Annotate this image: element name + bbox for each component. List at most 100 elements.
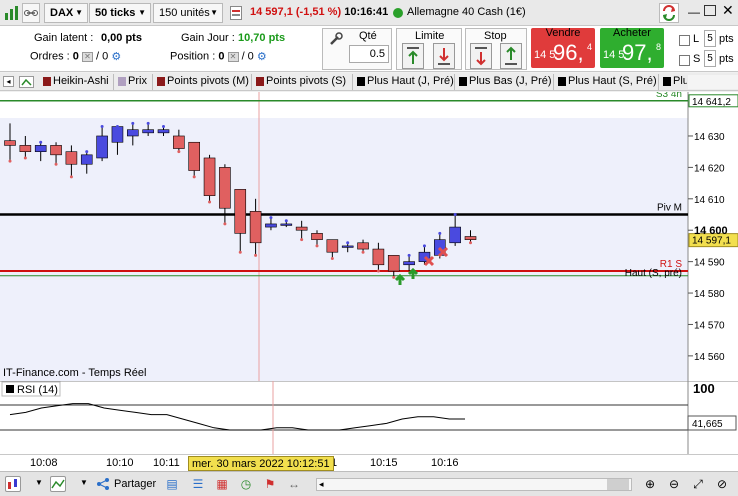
drag-icon[interactable]: ↔ [286,476,302,492]
indicator-pivots-s[interactable]: Points pivots (S) [253,74,353,90]
axis-tick-label: 14 620 [694,163,725,174]
scroll-left-icon[interactable]: ◂ [319,479,324,490]
gain-latent-value: 0,00 pts [101,32,142,44]
candle-body [234,189,247,234]
indicator-plus-bas-s[interactable]: Plu [660,74,687,90]
quote-time: 10:16:41 [344,6,389,18]
indicator-label: Plus Haut (J, Pré) [367,75,454,87]
list-icon[interactable]: ☰ [190,476,206,492]
candle-dot [100,125,104,129]
indicators-icon[interactable] [50,476,66,492]
stop-checkbox[interactable] [679,55,690,66]
zoom-in-icon[interactable]: ⊕ [642,476,658,492]
axis-tick-label: 14 610 [694,195,725,206]
template-icon[interactable]: ▦ [214,476,230,492]
candle-dot [346,241,350,245]
position-count: 0 [218,50,225,63]
gear-icon[interactable]: ⚙ [257,50,267,63]
indicator-label: Plus Bas (J, Pré) [469,75,552,87]
candle-body [188,141,200,171]
indicator-pivots-m[interactable]: Points pivots (M) [154,74,252,90]
zoom-out-icon[interactable]: ⊖ [666,476,682,492]
position-count2: / 0 [241,50,254,63]
swatch [558,77,566,86]
limit-box: Limite [396,28,462,70]
gear-icon[interactable]: ⚙ [111,50,121,63]
candle-body [19,145,32,152]
candle-dot [162,125,165,129]
alert-icon[interactable]: ⚑ [262,476,278,492]
haut-label: Haut (S, pré) [625,268,682,279]
maximize-icon[interactable] [704,5,716,16]
scroll-thumb[interactable] [607,479,629,490]
ordres-label: Ordres : [30,50,70,63]
indicator-plus-bas-j[interactable]: Plus Bas (J, Pré) [456,74,554,90]
indicator-heikin-ashi[interactable]: Heikin-Ashi [40,74,114,90]
axis-tick-label: 14 600 [694,225,728,237]
bar-chart-icon[interactable] [4,5,20,21]
stop-label: Stop [484,30,507,42]
last-price-value: 14 597,1 [692,236,731,247]
candle-body [50,145,62,156]
stop-pts-stepper[interactable]: 5 [704,50,716,67]
chevron-down-icon[interactable]: ▼ [80,478,88,487]
quote-card-icon[interactable] [230,6,242,20]
instrument-select[interactable]: DAX ▼ [44,3,88,23]
candle-dot [238,250,242,254]
swatch [157,77,165,86]
chevron-down-icon[interactable]: ▼ [35,478,43,487]
time-label: 10:15 [370,457,398,469]
caret-left-icon[interactable]: ◂ [3,76,14,87]
buy-button[interactable]: Acheter 14 5 97, 8 [600,27,664,68]
candle-dot [69,175,73,179]
rsi-panel[interactable]: RSI (14) 100 50 41,665 [0,381,738,454]
limit-sell-button[interactable] [433,43,455,69]
wrench-icon[interactable] [328,31,344,47]
stop-sell-button[interactable] [470,43,492,69]
units-select[interactable]: 150 unités ▼ [153,3,223,23]
axis-tick-label: 14 630 [694,132,725,143]
sell-button[interactable]: Vendre 14 5 96, 4 [531,27,595,68]
fit-icon[interactable]: ⤢ [690,476,706,492]
candle-dot [438,231,442,235]
gain-jour-value: 10,70 pts [238,32,286,44]
indicator-scroll-area[interactable] [688,75,738,89]
minimize-icon[interactable]: — [688,5,700,19]
tick-select[interactable]: 50 ticks ▼ [89,3,151,23]
horizontal-scrollbar[interactable]: ◂ [316,478,632,491]
indicator-plus-haut-s[interactable]: Plus Haut (S, Pré) [555,74,659,90]
reset-zoom-icon[interactable]: ⊘ [714,476,730,492]
rsi-current-value: 41,665 [692,419,723,430]
candle-body [173,135,185,149]
position-list-icon[interactable]: ✕ [227,51,239,62]
stop-buy-button[interactable] [500,43,522,69]
clock-icon[interactable]: ◷ [238,476,254,492]
s-label: S [693,53,701,65]
limit-checkbox[interactable] [679,35,690,46]
market-name: Allemagne 40 Cash (1€) [407,6,526,18]
link-toggle[interactable] [22,3,40,23]
share-label: Partager [114,478,157,490]
share-button[interactable]: Partager [94,475,156,493]
time-label: 10:10 [106,457,134,469]
price-chart[interactable]: S3 4hPiv MR1 SHaut (S, pré)14 641,214 59… [0,92,738,381]
time-label: 10:16 [431,457,459,469]
indicator-plus-haut-j[interactable]: Plus Haut (J, Pré) [354,74,455,90]
candle-dot [315,244,319,248]
limit-pts-stepper[interactable]: 5 [704,30,716,47]
axis-tick-label: 14 570 [694,320,725,331]
orders-list-icon[interactable]: ✕ [81,51,93,62]
add-indicator-icon[interactable] [19,76,34,88]
indicator-label: Heikin-Ashi [53,75,109,87]
chart-type-icon[interactable] [5,476,21,492]
limit-buy-button[interactable] [402,43,424,69]
candle-dot [208,200,212,204]
swatch [256,77,264,86]
refresh-icon[interactable] [659,3,679,23]
quantity-input[interactable]: 0.5 [349,45,389,63]
close-icon[interactable]: ✕ [722,2,734,19]
comment-icon[interactable]: ▤ [164,476,180,492]
chevron-down-icon: ▼ [210,8,218,17]
rsi-swatch [6,385,14,393]
indicator-prix[interactable]: Prix [115,74,153,90]
